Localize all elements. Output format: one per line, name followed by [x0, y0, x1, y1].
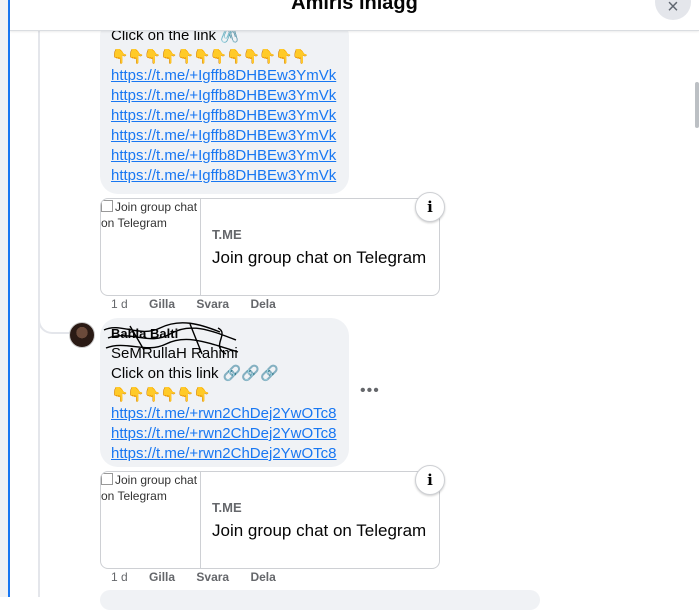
share-button[interactable]: Dela [250, 297, 275, 311]
link-preview-image: Join group chat on Telegram [101, 472, 201, 568]
comment-timestamp[interactable]: 1 d [111, 297, 128, 311]
comment-link[interactable]: https://t.me/+rwn2ChDej2YwOTc8 [111, 425, 337, 442]
comment-bubble: Click on the link 🖇️ 👇👇👇👇👇👇👇👇👇👇👇👇 https:… [100, 18, 349, 194]
background-page [0, 0, 8, 597]
comment-emoji-row: 👇👇👇👇👇👇👇👇👇👇👇👇 [111, 48, 309, 64]
reply-button[interactable]: Svara [196, 297, 229, 311]
comment-link[interactable]: https://t.me/+rwn2ChDej2YwOTc8 [111, 445, 337, 462]
modal-header: Amiris inlägg × [10, 0, 699, 31]
comment-link[interactable]: https://t.me/+Igffb8DHBEw3YmVk [111, 67, 336, 84]
redaction-scribble [103, 322, 239, 355]
post-title: Amiris inlägg [291, 0, 418, 14]
comment-actions: 1 d Gilla Svara Dela [111, 570, 276, 584]
thread-connector [38, 300, 70, 334]
comment-link[interactable]: https://t.me/+Igffb8DHBEw3YmVk [111, 167, 336, 184]
avatar[interactable] [69, 322, 95, 348]
broken-image-icon [101, 200, 113, 212]
link-preview-image: Join group chat on Telegram [101, 199, 201, 295]
thread-line [38, 0, 40, 597]
modal-edge [8, 0, 10, 597]
like-button[interactable]: Gilla [149, 297, 175, 311]
link-preview-card[interactable]: Join group chat on Telegram T.ME Join gr… [100, 471, 440, 569]
close-button[interactable]: × [655, 0, 691, 20]
share-button[interactable]: Dela [250, 570, 275, 584]
comment-emoji-row: 👇👇👇👇👇👇 [111, 386, 211, 402]
link-domain: T.ME [212, 227, 242, 242]
link-preview-card[interactable]: Join group chat on Telegram T.ME Join gr… [100, 198, 440, 296]
reply-button[interactable]: Svara [196, 570, 229, 584]
comment-actions: 1 d Gilla Svara Dela [111, 297, 276, 311]
close-icon: × [667, 0, 679, 18]
comment-link[interactable]: https://t.me/+Igffb8DHBEw3YmVk [111, 147, 336, 164]
comment-link[interactable]: https://t.me/+Igffb8DHBEw3YmVk [111, 127, 336, 144]
link-title: Join group chat on Telegram [212, 521, 427, 540]
comment-link[interactable]: https://t.me/+Igffb8DHBEw3YmVk [111, 107, 336, 124]
like-button[interactable]: Gilla [149, 570, 175, 584]
scrollbar-thumb[interactable] [695, 82, 699, 128]
info-icon[interactable]: i [415, 465, 445, 495]
more-options-icon[interactable]: ••• [360, 382, 380, 400]
info-icon[interactable]: i [415, 192, 445, 222]
comment-link[interactable]: https://t.me/+rwn2ChDej2YwOTc8 [111, 405, 337, 422]
broken-image-icon [101, 473, 113, 485]
link-domain: T.ME [212, 500, 242, 515]
comment-text: Click on this link 🔗🔗🔗 [111, 365, 279, 382]
comment-timestamp[interactable]: 1 d [111, 570, 128, 584]
next-comment-bubble [100, 590, 540, 610]
link-title: Join group chat on Telegram [212, 248, 427, 267]
comment-link[interactable]: https://t.me/+Igffb8DHBEw3YmVk [111, 87, 336, 104]
